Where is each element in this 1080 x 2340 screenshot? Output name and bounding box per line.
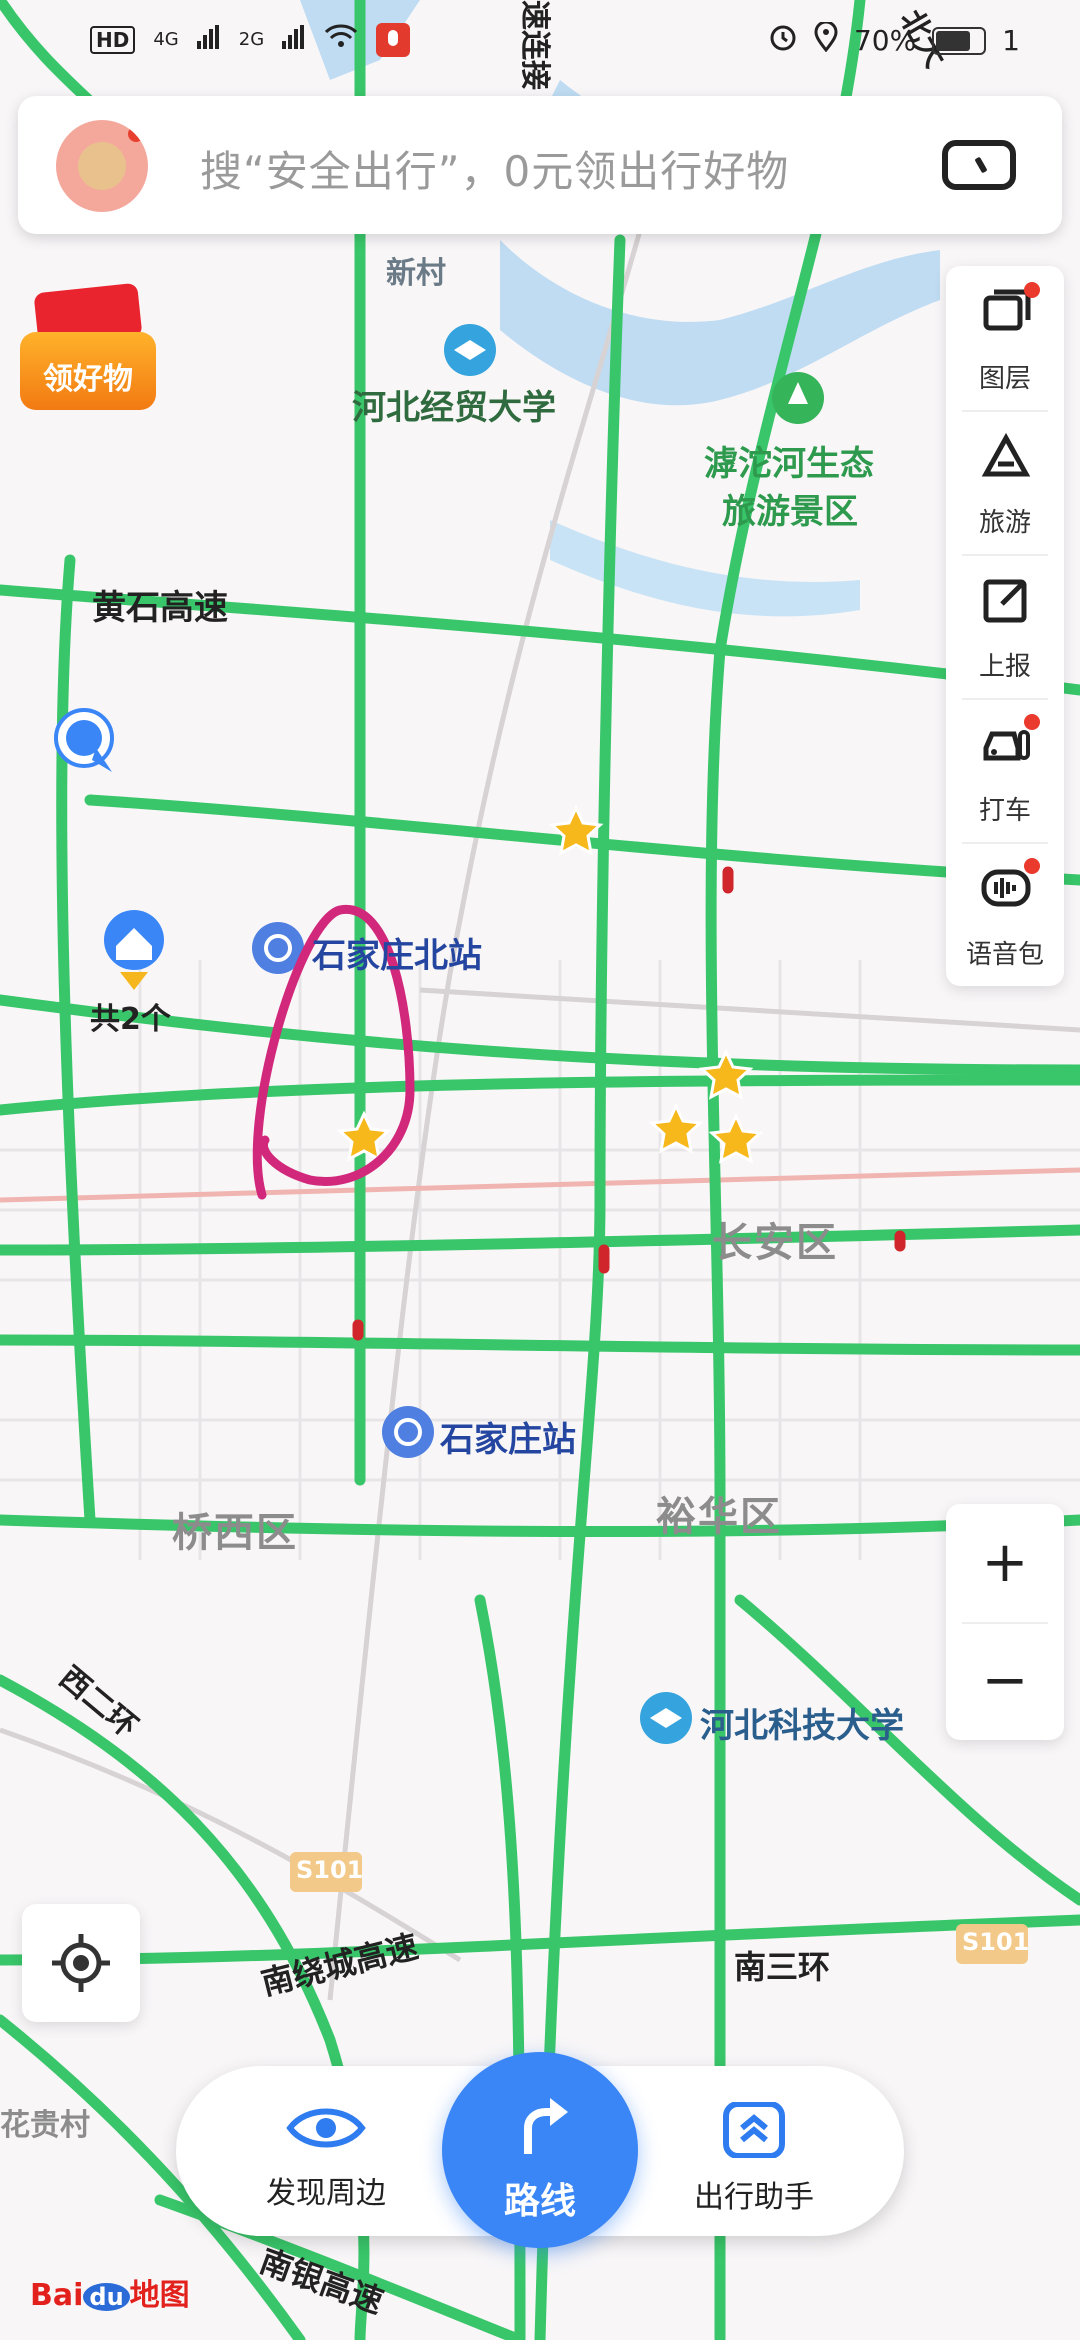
crosshair-icon bbox=[52, 1934, 110, 1992]
location-icon bbox=[814, 20, 838, 59]
home-count-label[interactable]: 共2个 bbox=[90, 994, 171, 1038]
place-label: 花贵村 bbox=[0, 2108, 90, 2143]
signal-bars-icon bbox=[196, 23, 221, 56]
voice-pack-label: 语音包 bbox=[965, 940, 1044, 970]
station-label-north[interactable]: 石家庄北站 bbox=[312, 928, 482, 977]
map-canvas[interactable] bbox=[0, 0, 1080, 2340]
discover-nearby-button[interactable]: 发现周边 bbox=[236, 2102, 416, 2212]
zoom-in-button[interactable]: + bbox=[946, 1504, 1064, 1622]
district-label: 裕华区 bbox=[656, 1494, 782, 1540]
place-label-hebei-sci[interactable]: 河北科技大学 bbox=[700, 1698, 904, 1747]
travel-assistant-button[interactable]: 出行助手 bbox=[664, 2101, 844, 2216]
highway-shield-label: S101 bbox=[962, 1928, 1030, 1956]
report-button[interactable]: 上报 bbox=[946, 554, 1064, 698]
layers-button[interactable]: 图层 bbox=[946, 266, 1064, 410]
travel-label: 旅游 bbox=[978, 508, 1031, 538]
microphone-icon bbox=[376, 22, 411, 57]
promo-label: 领好物 bbox=[43, 362, 133, 397]
discover-label: 发现周边 bbox=[266, 2176, 386, 2211]
eye-icon bbox=[286, 2108, 366, 2148]
report-label: 上报 bbox=[978, 652, 1031, 682]
report-icon bbox=[983, 579, 1027, 623]
route-button[interactable]: 路线 bbox=[442, 2052, 638, 2248]
alarm-icon bbox=[768, 22, 798, 59]
taxi-label: 打车 bbox=[978, 796, 1031, 826]
notification-dot bbox=[1024, 282, 1040, 298]
signal-label: 4G bbox=[153, 29, 179, 50]
layers-label: 图层 bbox=[978, 364, 1031, 394]
route-arrow-icon bbox=[524, 2098, 568, 2154]
travel-icon bbox=[981, 432, 1031, 477]
search-input[interactable]: 搜“安全出行”，0元领出行好物 bbox=[200, 138, 789, 199]
place-label-hebei-econ[interactable]: 河北经贸大学 bbox=[352, 380, 556, 429]
assistant-icon bbox=[723, 2101, 785, 2159]
notification-dot bbox=[1024, 858, 1040, 874]
signal-label: 2G bbox=[238, 29, 265, 50]
district-label: 桥西区 bbox=[172, 1510, 298, 1556]
hd-icon: HD bbox=[90, 25, 136, 54]
travel-button[interactable]: 旅游 bbox=[946, 410, 1064, 554]
zoom-controls: + − bbox=[946, 1504, 1064, 1740]
assistant-label: 出行助手 bbox=[694, 2180, 814, 2215]
road-label: 黄石高速 bbox=[92, 588, 228, 628]
search-bar[interactable]: 搜“安全出行”，0元领出行好物 bbox=[18, 96, 1062, 234]
wifi-icon bbox=[324, 22, 358, 57]
battery-percent: 70% bbox=[853, 24, 917, 57]
baidu-map-logo: Bai du 地图 bbox=[30, 2278, 190, 2313]
road-label: 南三环 bbox=[734, 1948, 831, 1986]
promo-gift-button[interactable]: 领好物 bbox=[20, 282, 156, 410]
notification-dot bbox=[1024, 714, 1040, 730]
station-label[interactable]: 石家庄站 bbox=[440, 1412, 576, 1461]
voice-pack-button[interactable]: 语音包 bbox=[946, 842, 1064, 986]
map-tools-panel: 图层 旅游 上报 打车 语音包 bbox=[946, 266, 1064, 986]
highway-shield-label: S101 bbox=[296, 1856, 364, 1884]
status-bar: HD 4G 2G 70% 1 bbox=[0, 0, 1080, 80]
route-label: 路线 bbox=[503, 2181, 576, 2222]
battery-icon bbox=[932, 26, 987, 55]
avatar[interactable] bbox=[56, 120, 148, 212]
notification-dot bbox=[128, 126, 144, 142]
scan-icon[interactable] bbox=[942, 140, 1016, 190]
taxi-button[interactable]: 打车 bbox=[946, 698, 1064, 842]
place-label: 新村 bbox=[386, 256, 446, 291]
district-label: 长安区 bbox=[712, 1220, 838, 1266]
place-label-hutuo[interactable]: 旅游景区 bbox=[722, 484, 858, 533]
signal-bars-icon bbox=[282, 23, 306, 56]
clock: 1 bbox=[1002, 24, 1020, 57]
place-label-hutuo[interactable]: 滹沱河生态 bbox=[704, 436, 874, 485]
zoom-out-button[interactable]: − bbox=[946, 1622, 1064, 1740]
locate-me-button[interactable] bbox=[22, 1904, 140, 2022]
